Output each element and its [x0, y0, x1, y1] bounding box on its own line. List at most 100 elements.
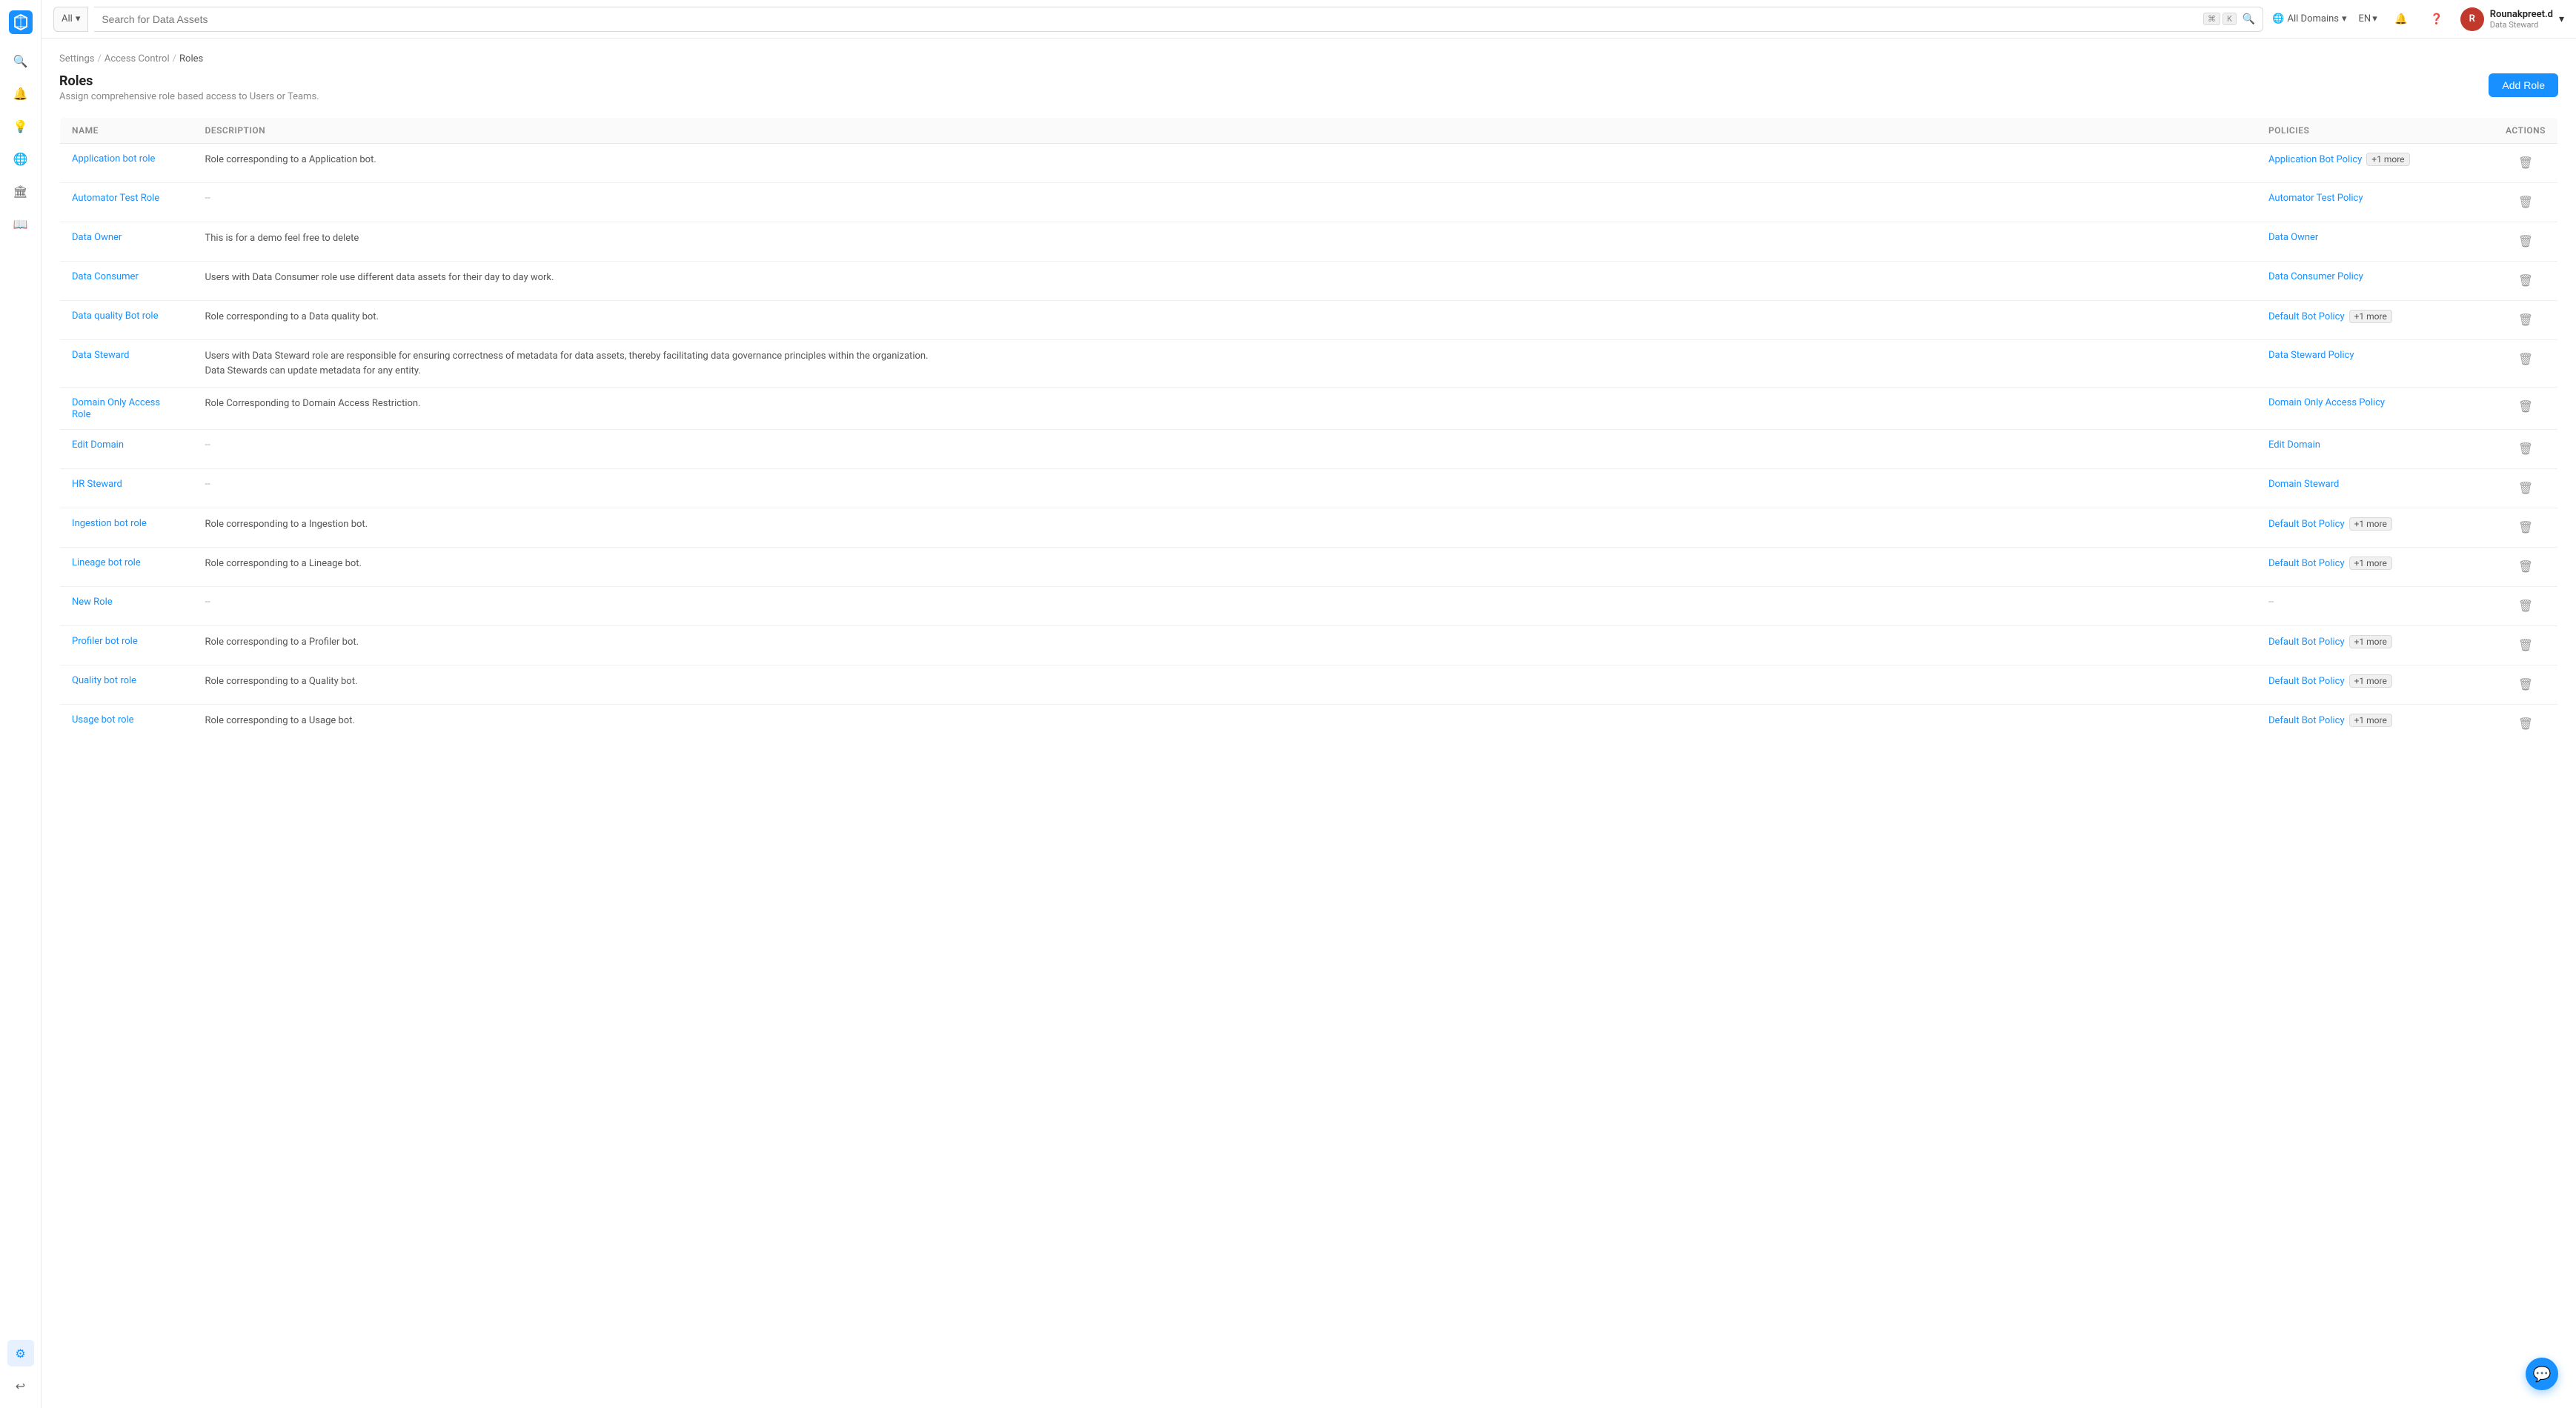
delete-role-button[interactable]: 🗑 [2512, 714, 2539, 734]
sidebar-item-governance[interactable]: 🏛 [7, 178, 34, 205]
role-description: Role corresponding to a Ingestion bot. [205, 519, 368, 530]
sidebar-item-logout[interactable]: ↩ [7, 1372, 34, 1399]
policy-more-badge[interactable]: +1 more [2349, 310, 2392, 323]
delete-role-button[interactable]: 🗑 [2512, 396, 2539, 417]
role-name-link[interactable]: Domain Only Access Role [72, 397, 160, 420]
role-name-link[interactable]: New Role [72, 597, 113, 608]
language-selector[interactable]: EN ▾ [2359, 13, 2377, 24]
delete-role-button[interactable]: 🗑 [2512, 439, 2539, 459]
policy-link[interactable]: Data Owner [2268, 232, 2318, 243]
policy-link[interactable]: Domain Only Access Policy [2268, 397, 2385, 408]
table-row: Application bot role Role corresponding t… [60, 144, 2558, 183]
delete-role-button[interactable]: 🗑 [2512, 557, 2539, 577]
roles-table: NAME DESCRIPTION POLICIES ACTIONS Applic… [59, 117, 2558, 744]
policy-dash: -- [2268, 597, 2274, 608]
table-row: New Role----🗑 [60, 587, 2558, 626]
notifications-button[interactable]: 🔔 [2389, 7, 2413, 31]
search-icon: 🔍 [2243, 13, 2255, 25]
role-name-link[interactable]: Quality bot role [72, 675, 136, 686]
search-scope-selector[interactable]: All ▾ [53, 7, 88, 32]
avatar: R [2460, 7, 2484, 31]
delete-role-button[interactable]: 🗑 [2512, 596, 2539, 617]
chat-bubble-button[interactable]: 💬 [2526, 1358, 2558, 1390]
role-description: This is for a demo feel free to delete [205, 233, 359, 244]
table-row: Data ConsumerUsers with Data Consumer ro… [60, 262, 2558, 301]
policy-link[interactable]: Default Bot Policy [2268, 637, 2345, 648]
sidebar-item-activity[interactable]: 🔔 [7, 80, 34, 107]
role-name-link[interactable]: Usage bot role [72, 714, 134, 725]
app-logo[interactable] [7, 9, 34, 36]
add-role-button[interactable]: Add Role [2489, 73, 2558, 97]
delete-role-button[interactable]: 🗑 [2512, 270, 2539, 291]
policy-more-badge[interactable]: +1 more [2349, 517, 2392, 531]
policy-link[interactable]: Automator Test Policy [2268, 193, 2363, 204]
role-name-link[interactable]: Ingestion bot role [72, 518, 147, 529]
delete-role-button[interactable]: 🗑 [2512, 349, 2539, 370]
policy-more-badge[interactable]: +1 more [2349, 714, 2392, 727]
delete-role-button[interactable]: 🗑 [2512, 153, 2539, 173]
policy-more-badge[interactable]: +1 more [2349, 635, 2392, 648]
sidebar-bottom: ⚙ ↩ [7, 1340, 34, 1399]
delete-role-button[interactable]: 🗑 [2512, 192, 2539, 213]
policy-link[interactable]: Application Bot Policy [2268, 154, 2362, 165]
role-name-link[interactable]: HR Steward [72, 479, 122, 490]
role-description: -- [205, 193, 210, 204]
role-name-link[interactable]: Data Owner [72, 232, 122, 243]
policy-link[interactable]: Default Bot Policy [2268, 558, 2345, 569]
role-name-link[interactable]: Automator Test Role [72, 193, 159, 204]
topbar: All ▾ ⌘ K 🔍 🌐 All Domains ▾ EN ▾ [42, 0, 2576, 39]
delete-role-button[interactable]: 🗑 [2512, 674, 2539, 695]
role-name-link[interactable]: Data quality Bot role [72, 311, 158, 322]
role-description: Role corresponding to a Profiler bot. [205, 637, 359, 648]
role-name-link[interactable]: Profiler bot role [72, 636, 138, 647]
role-name-link[interactable]: Edit Domain [72, 439, 124, 451]
policy-link[interactable]: Default Bot Policy [2268, 676, 2345, 687]
sidebar-item-data-quality[interactable]: 📖 [7, 210, 34, 237]
breadcrumb-sep-1: / [97, 53, 101, 64]
policy-more-badge[interactable]: +1 more [2349, 557, 2392, 570]
policy-link[interactable]: Data Steward Policy [2268, 350, 2354, 361]
breadcrumb-access-control[interactable]: Access Control [104, 53, 170, 64]
search-scope-label: All [62, 13, 73, 24]
sidebar-item-settings[interactable]: ⚙ [7, 1340, 34, 1367]
policy-more-badge[interactable]: +1 more [2366, 153, 2409, 166]
role-name-link[interactable]: Lineage bot role [72, 557, 141, 568]
role-description: Role corresponding to a Application bot. [205, 154, 376, 165]
policy-link[interactable]: Data Consumer Policy [2268, 271, 2363, 282]
domain-selector[interactable]: 🌐 All Domains ▾ [2272, 13, 2346, 24]
policy-link[interactable]: Domain Steward [2268, 479, 2339, 490]
breadcrumb-settings[interactable]: Settings [59, 53, 94, 64]
table-row: Quality bot roleRole corresponding to a … [60, 665, 2558, 705]
sidebar-item-insights[interactable]: 💡 [7, 113, 34, 139]
topbar-right: 🌐 All Domains ▾ EN ▾ 🔔 ❓ R Rounakpreet.d… [2272, 7, 2564, 31]
policy-link[interactable]: Default Bot Policy [2268, 311, 2345, 322]
page-header: Roles Assign comprehensive role based ac… [59, 73, 2558, 102]
delete-role-button[interactable]: 🗑 [2512, 478, 2539, 499]
policy-link[interactable]: Edit Domain [2268, 439, 2320, 451]
help-button[interactable]: ❓ [2425, 7, 2449, 31]
role-name-link[interactable]: Data Steward [72, 350, 129, 361]
search-input[interactable] [102, 13, 2197, 25]
sidebar-item-glossary[interactable]: 🌐 [7, 145, 34, 172]
domain-label: All Domains [2288, 13, 2340, 24]
user-profile-button[interactable]: R Rounakpreet.d Data Steward ▾ [2460, 7, 2564, 31]
delete-role-button[interactable]: 🗑 [2512, 635, 2539, 656]
table-body: Application bot role Role corresponding t… [60, 144, 2558, 744]
role-description: Role Corresponding to Domain Access Rest… [205, 398, 421, 409]
table-row: Edit Domain--Edit Domain🗑 [60, 430, 2558, 469]
sidebar-item-explore[interactable]: 🔍 [7, 47, 34, 74]
table-row: Ingestion bot role Role corresponding to … [60, 508, 2558, 548]
delete-role-button[interactable]: 🗑 [2512, 310, 2539, 331]
delete-role-button[interactable]: 🗑 [2512, 517, 2539, 538]
delete-role-button[interactable]: 🗑 [2512, 231, 2539, 252]
policy-link[interactable]: Default Bot Policy [2268, 715, 2345, 726]
role-description: Role corresponding to a Usage bot. [205, 715, 355, 726]
user-info: Rounakpreet.d Data Steward [2490, 9, 2553, 30]
role-name-link[interactable]: Application bot role [72, 153, 155, 165]
table-row: Profiler bot role Role corresponding to a… [60, 626, 2558, 665]
role-name-link[interactable]: Data Consumer [72, 271, 139, 282]
search-box[interactable]: ⌘ K 🔍 [94, 7, 2263, 32]
policy-link[interactable]: Default Bot Policy [2268, 519, 2345, 530]
chevron-down-icon: ▾ [2559, 13, 2564, 25]
policy-more-badge[interactable]: +1 more [2349, 674, 2392, 688]
